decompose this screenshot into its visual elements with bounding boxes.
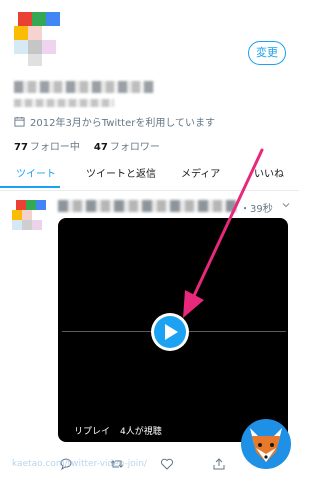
fox-logo bbox=[241, 419, 291, 469]
chevron-down-icon[interactable] bbox=[280, 199, 292, 211]
replay-label: リプレイ bbox=[74, 427, 111, 437]
play-button[interactable] bbox=[151, 313, 189, 351]
following-link[interactable]: 77 フォロー中 bbox=[14, 138, 80, 153]
followers-count: 47 bbox=[93, 142, 108, 153]
watermark: kaetao.com/twitter-video-join/ bbox=[12, 459, 147, 469]
calendar-icon bbox=[14, 116, 25, 127]
profile-avatar[interactable] bbox=[14, 12, 72, 70]
followers-link[interactable]: 47 フォロワー bbox=[94, 138, 160, 153]
view-count: 4人が視聴 bbox=[120, 427, 162, 437]
following-count: 77 bbox=[14, 142, 28, 153]
play-icon bbox=[165, 324, 178, 340]
tab-tweets-and-replies[interactable]: ツイートと返信 bbox=[86, 162, 156, 190]
profile-handle-redacted bbox=[14, 99, 114, 107]
share-icon[interactable] bbox=[212, 457, 226, 471]
tab-media[interactable]: メディア bbox=[181, 162, 220, 190]
tab-likes[interactable]: いいね bbox=[254, 162, 284, 190]
follow-stats: 77 フォロー中 47 フォロワー bbox=[14, 138, 160, 153]
joined-text: 2012年3月からTwitterを利用しています bbox=[30, 118, 216, 129]
tweet-author-redacted bbox=[58, 200, 236, 212]
followers-label: フォロワー bbox=[109, 142, 160, 153]
following-label: フォロー中 bbox=[29, 142, 80, 153]
tweet-avatar[interactable] bbox=[12, 200, 48, 236]
profile-name-redacted bbox=[14, 81, 154, 93]
like-icon[interactable] bbox=[160, 457, 174, 471]
tweet-time: ・39秒 bbox=[240, 204, 273, 215]
active-tab-indicator bbox=[0, 186, 60, 188]
joined-date: 2012年3月からTwitterを利用しています bbox=[14, 114, 215, 129]
edit-profile-button[interactable]: 変更 bbox=[248, 41, 286, 65]
